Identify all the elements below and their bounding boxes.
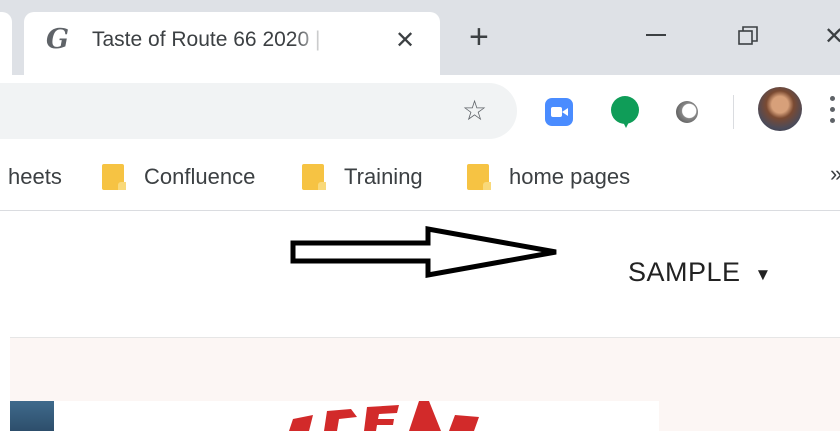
page-content: SAMPLE ▼	[0, 212, 840, 431]
tab-title-fade	[294, 24, 326, 60]
bookmarks-bar: heets Confluence Training home pages »	[0, 147, 840, 211]
bookmark-sheets[interactable]: heets	[8, 161, 62, 193]
bookmark-home-pages[interactable]: home pages	[467, 161, 630, 193]
sample-menu-label: SAMPLE	[628, 257, 741, 287]
chat-bubble-icon[interactable]	[611, 96, 639, 128]
browser-toolbar: ☆	[0, 75, 840, 147]
address-bar[interactable]: ☆	[0, 83, 517, 139]
bookmark-label: home pages	[509, 164, 631, 189]
zoom-video-icon[interactable]	[545, 98, 573, 126]
window-close-icon[interactable]: ✕	[824, 22, 840, 51]
toolbar-separator	[733, 95, 734, 129]
bookmark-label: Confluence	[144, 164, 256, 189]
tab-strip: G Taste of Route 66 2020 | Po ✕ + ✕	[0, 0, 840, 75]
folder-icon	[467, 164, 491, 190]
circle-extension-icon[interactable]	[676, 101, 698, 123]
new-tab-button[interactable]: +	[469, 20, 489, 54]
active-tab[interactable]: G Taste of Route 66 2020 | Po ✕	[24, 12, 440, 75]
folder-icon	[102, 164, 126, 190]
bookmarks-overflow-icon[interactable]: »	[830, 161, 840, 187]
previous-tab-edge[interactable]	[0, 12, 12, 75]
tab-title: Taste of Route 66 2020 | Po	[92, 28, 324, 51]
bookmark-training[interactable]: Training	[302, 161, 423, 193]
hero-photo	[10, 401, 54, 431]
profile-avatar[interactable]	[758, 87, 802, 131]
g-favicon-icon: G	[46, 24, 70, 55]
caret-down-icon: ▼	[754, 264, 772, 284]
sample-dropdown-menu[interactable]: SAMPLE ▼	[628, 257, 771, 288]
tab-close-icon[interactable]: ✕	[395, 26, 415, 55]
hero-card	[54, 401, 659, 431]
more-menu-icon[interactable]	[830, 93, 840, 129]
taste-logo-graphic	[289, 401, 479, 431]
star-icon[interactable]: ☆	[462, 97, 487, 125]
restore-icon[interactable]	[738, 26, 758, 46]
hero-section	[10, 338, 840, 431]
bookmark-label: Training	[344, 164, 423, 189]
minimize-icon[interactable]	[646, 34, 666, 36]
folder-icon	[302, 164, 326, 190]
bookmark-confluence[interactable]: Confluence	[102, 161, 255, 193]
bookmark-label: heets	[8, 164, 62, 189]
right-arrow-icon	[290, 226, 557, 278]
